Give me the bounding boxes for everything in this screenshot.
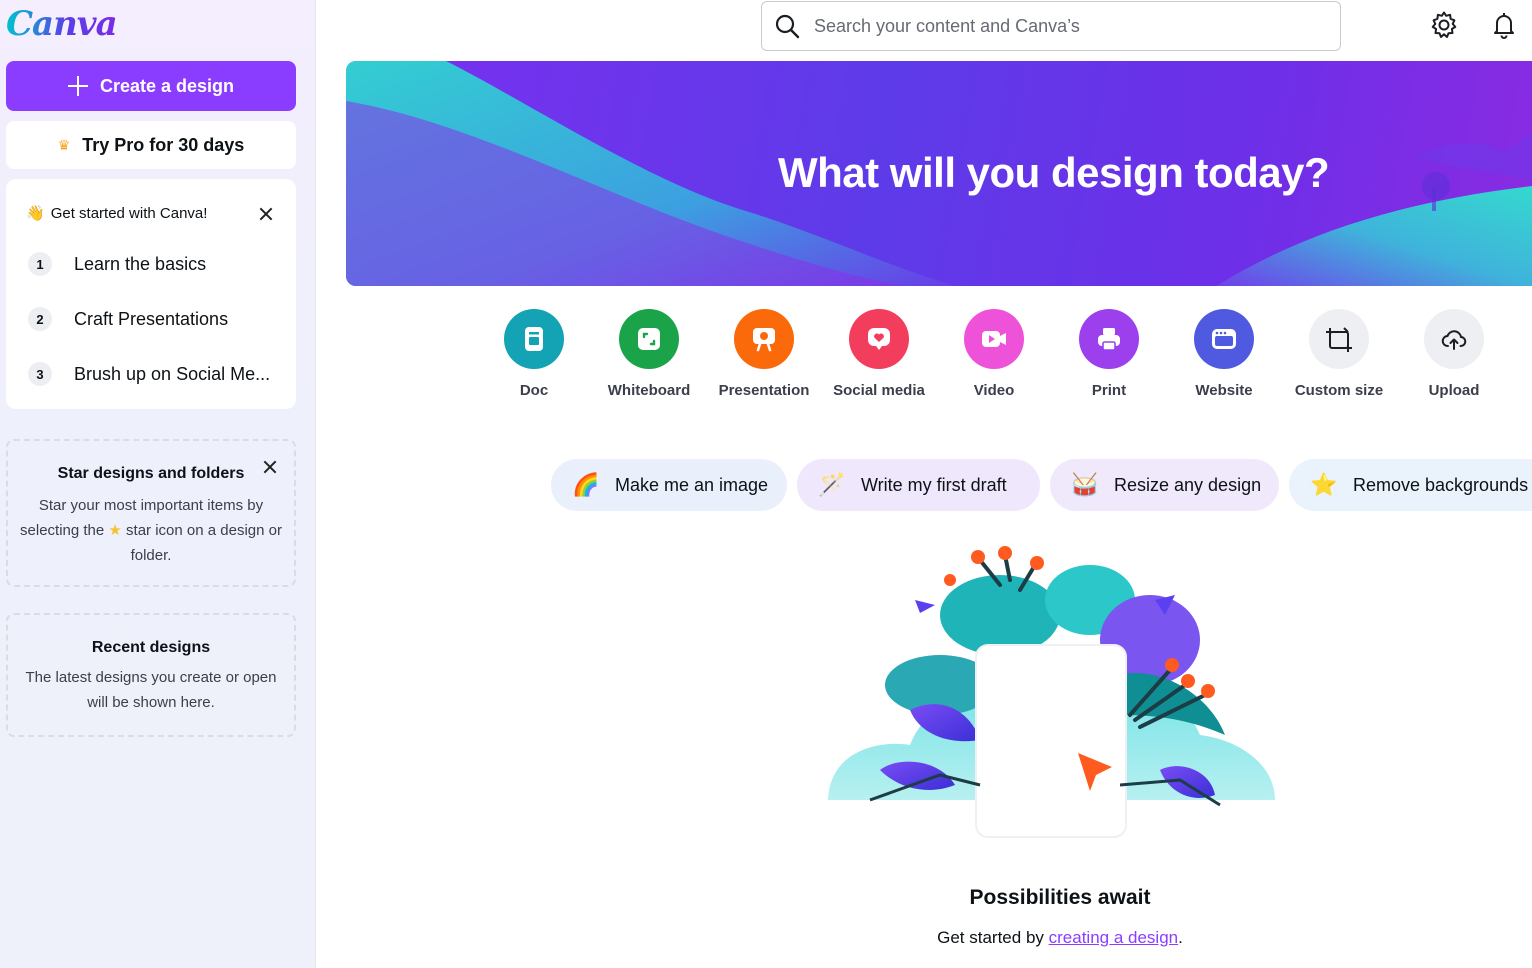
category-label: Presentation	[718, 382, 810, 399]
step-number: 1	[28, 252, 52, 276]
pill-label: Resize any design	[1114, 474, 1262, 495]
drum-icon: 🥁	[1071, 472, 1099, 497]
rainbow-icon: 🌈	[572, 472, 600, 497]
empty-state-illustration	[828, 546, 1275, 838]
sidebar: Canva Create a design ♛ Try Pro for 30 d…	[0, 0, 316, 968]
get-started-header: 👋 Get started with Canva!	[26, 204, 208, 223]
get-started-title: Get started with Canva!	[50, 204, 208, 222]
step-label: Craft Presentations	[74, 308, 229, 329]
pill-label: Make me an image	[615, 474, 769, 495]
category-label: Doc	[519, 382, 549, 399]
star-card-text-after: star icon on a design or folder.	[126, 522, 282, 564]
search-icon	[775, 14, 800, 39]
pill-resize-design[interactable]: 🥁 Resize any design	[1050, 459, 1279, 511]
star-designs-card: Star designs and folders Star your most …	[6, 439, 296, 587]
pill-label: Remove backgrounds	[1353, 474, 1529, 495]
empty-state-title: Possibilities await	[969, 886, 1151, 909]
pill-write-draft[interactable]: 🪄 Write my first draft	[797, 459, 1040, 511]
category-print[interactable]: Print	[1051, 309, 1167, 399]
create-design-label: Create a design	[99, 75, 235, 96]
star-card-text: Star your most important items by select…	[8, 493, 294, 568]
step-item-learn-basics[interactable]: 1 Learn the basics	[28, 252, 206, 276]
close-icon[interactable]	[258, 206, 274, 222]
website-icon	[1194, 309, 1254, 369]
pill-label: Write my first draft	[861, 474, 1007, 495]
create-design-button[interactable]: Create a design	[6, 61, 296, 111]
upload-cloud-icon	[1424, 309, 1484, 369]
try-pro-button[interactable]: ♛ Try Pro for 30 days	[6, 121, 296, 169]
search-input[interactable]	[814, 15, 1294, 37]
category-upload[interactable]: Upload	[1396, 309, 1512, 399]
category-label: Social media	[833, 382, 925, 399]
print-icon	[1079, 309, 1139, 369]
whiteboard-icon	[619, 309, 679, 369]
video-icon	[964, 309, 1024, 369]
category-label: Print	[1091, 382, 1127, 399]
category-website[interactable]: Website	[1166, 309, 1282, 399]
presentation-icon	[734, 309, 794, 369]
category-video[interactable]: Video	[936, 309, 1052, 399]
category-presentation[interactable]: Presentation	[706, 309, 822, 399]
recent-designs-card: Recent designs The latest designs you cr…	[6, 613, 296, 737]
wave-hand-icon: 👋	[26, 205, 45, 222]
star-card-title: Star designs and folders	[57, 465, 245, 482]
crown-icon: ♛	[57, 136, 71, 153]
step-label: Learn the basics	[74, 253, 207, 274]
heart-icon	[849, 309, 909, 369]
pill-make-image[interactable]: 🌈 Make me an image	[551, 459, 787, 511]
magic-wand-icon: 🪄	[818, 472, 846, 497]
category-label: Upload	[1428, 382, 1480, 399]
step-number: 2	[28, 307, 52, 331]
canva-logo[interactable]: Canva	[6, 4, 118, 44]
step-label: Brush up on Social Me...	[74, 363, 271, 384]
try-pro-label: Try Pro for 30 days	[82, 134, 245, 155]
recent-card-text: The latest designs you create or open wi…	[25, 669, 277, 711]
empty-state-subtitle: Get started by creating a design.	[0, 928, 1532, 948]
step-item-craft-presentations[interactable]: 2 Craft Presentations	[28, 307, 228, 331]
category-label: Custom size	[1294, 382, 1384, 399]
notification-bell-icon[interactable]	[1489, 10, 1519, 40]
empty-state-prefix: Get started by	[937, 928, 1044, 947]
category-custom-size[interactable]: Custom size	[1281, 309, 1397, 399]
star-icon: ★	[108, 522, 122, 539]
creating-design-link[interactable]: creating a design	[1049, 928, 1178, 947]
settings-gear-icon[interactable]	[1429, 10, 1459, 40]
close-icon[interactable]	[262, 459, 278, 475]
recent-card-title: Recent designs	[91, 639, 211, 656]
category-label: Website	[1195, 382, 1253, 399]
hero-banner: What will you design today?	[346, 61, 1532, 286]
category-label: Whiteboard	[607, 382, 691, 399]
category-doc[interactable]: Doc	[476, 309, 592, 399]
step-item-social-media[interactable]: 3 Brush up on Social Me...	[28, 362, 270, 386]
search-bar[interactable]	[761, 1, 1341, 51]
star-icon: ⭐	[1310, 472, 1338, 497]
custom-size-icon	[1309, 309, 1369, 369]
plus-icon	[67, 76, 88, 96]
category-label: Video	[973, 382, 1015, 399]
category-social-media[interactable]: Social media	[821, 309, 937, 399]
get-started-card: 👋 Get started with Canva! 1 Learn the ba…	[6, 179, 296, 409]
category-whiteboard[interactable]: Whiteboard	[591, 309, 707, 399]
hero-title: What will you design today?	[778, 149, 1330, 196]
pill-remove-backgrounds[interactable]: ⭐ Remove backgrounds	[1289, 459, 1532, 511]
step-number: 3	[28, 362, 52, 386]
doc-icon	[504, 309, 564, 369]
empty-state-suffix: .	[1178, 928, 1183, 947]
